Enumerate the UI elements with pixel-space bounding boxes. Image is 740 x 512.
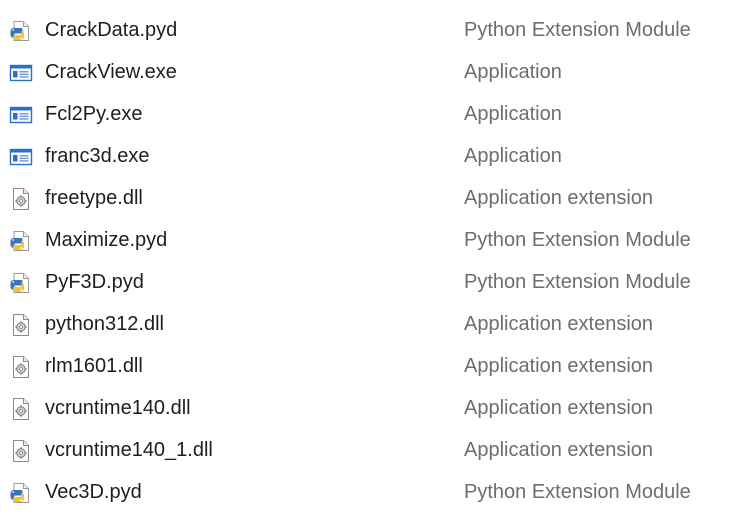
- file-type: Application: [464, 103, 562, 125]
- application-icon: [9, 145, 33, 169]
- file-type: Application extension: [464, 187, 654, 209]
- dll-file-icon: [9, 187, 33, 211]
- file-row[interactable]: Vec3D.pyd Python Extension Module: [0, 470, 740, 512]
- application-icon: [9, 103, 33, 127]
- file-row[interactable]: Maximize.pyd Python Extension Module: [0, 218, 740, 260]
- file-name: CrackView.exe: [45, 61, 177, 83]
- file-type: Python Extension Module: [464, 271, 691, 293]
- application-icon: [9, 61, 33, 85]
- file-name: vcruntime140_1.dll: [45, 439, 213, 461]
- file-row[interactable]: Fcl2Py.exe Application: [0, 92, 740, 134]
- file-row[interactable]: rlm1601.dll Application extension: [0, 344, 740, 386]
- file-type: Python Extension Module: [464, 229, 691, 251]
- file-name: Vec3D.pyd: [45, 481, 142, 503]
- file-row[interactable]: franc3d.exe Application: [0, 134, 740, 176]
- file-list: CrackData.pyd Python Extension Module Cr…: [0, 8, 740, 512]
- file-name: freetype.dll: [45, 187, 143, 209]
- file-type: Application extension: [464, 355, 654, 377]
- file-row[interactable]: python312.dll Application extension: [0, 302, 740, 344]
- file-name: Maximize.pyd: [45, 229, 168, 251]
- file-type: Python Extension Module: [464, 481, 691, 503]
- file-type: Python Extension Module: [464, 19, 691, 41]
- file-name: CrackData.pyd: [45, 19, 178, 41]
- file-name: franc3d.exe: [45, 145, 150, 167]
- python-file-icon: [9, 481, 33, 505]
- file-row[interactable]: PyF3D.pyd Python Extension Module: [0, 260, 740, 302]
- dll-file-icon: [9, 439, 33, 463]
- dll-file-icon: [9, 397, 33, 421]
- file-type: Application: [464, 61, 562, 83]
- python-file-icon: [9, 271, 33, 295]
- file-name: python312.dll: [45, 313, 164, 335]
- file-row[interactable]: freetype.dll Application extension: [0, 176, 740, 218]
- file-name: vcruntime140.dll: [45, 397, 191, 419]
- file-type: Application: [464, 145, 562, 167]
- file-row[interactable]: CrackData.pyd Python Extension Module: [0, 8, 740, 50]
- dll-file-icon: [9, 313, 33, 337]
- file-row[interactable]: vcruntime140_1.dll Application extension: [0, 428, 740, 470]
- file-type: Application extension: [464, 439, 654, 461]
- file-name: Fcl2Py.exe: [45, 103, 143, 125]
- file-type: Application extension: [464, 313, 654, 335]
- python-file-icon: [9, 229, 33, 253]
- file-row[interactable]: vcruntime140.dll Application extension: [0, 386, 740, 428]
- file-name: rlm1601.dll: [45, 355, 143, 377]
- file-type: Application extension: [464, 397, 654, 419]
- dll-file-icon: [9, 355, 33, 379]
- file-row[interactable]: CrackView.exe Application: [0, 50, 740, 92]
- file-name: PyF3D.pyd: [45, 271, 144, 293]
- python-file-icon: [9, 19, 33, 43]
